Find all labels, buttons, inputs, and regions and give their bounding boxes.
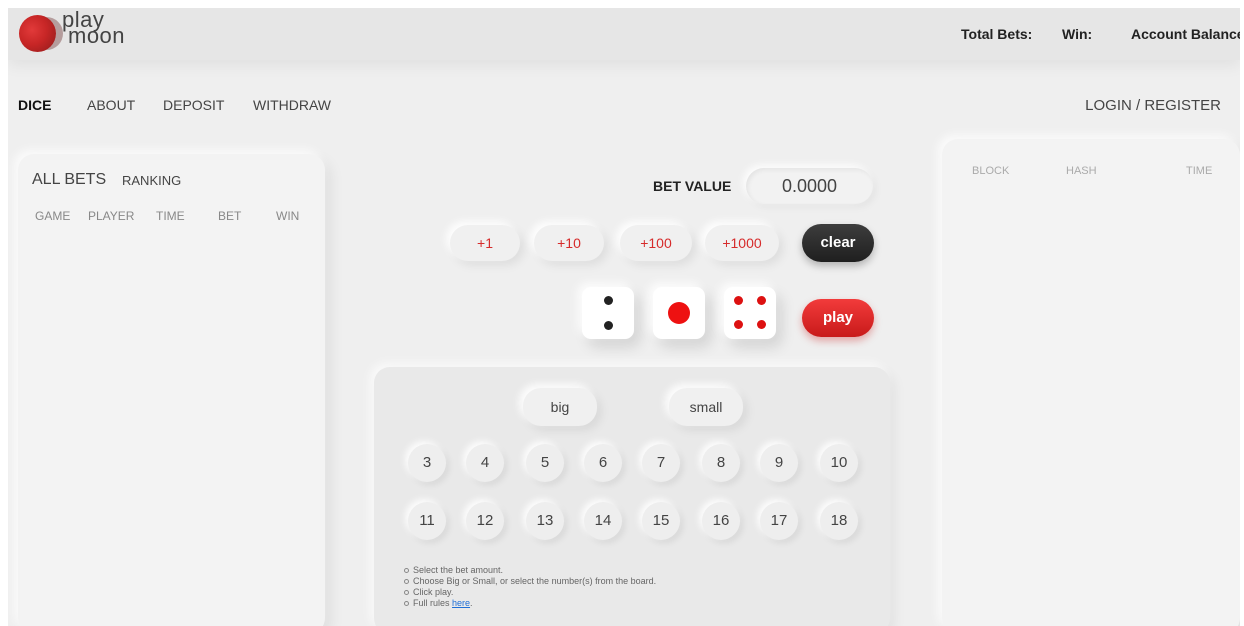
number-5-button[interactable]: 5 <box>526 444 564 482</box>
number-9-button[interactable]: 9 <box>760 444 798 482</box>
column-player: PLAYER <box>88 209 135 223</box>
die-3 <box>724 287 776 339</box>
full-rules-text: Full rules <box>413 598 453 608</box>
number-11-button[interactable]: 11 <box>408 502 446 540</box>
column-game: GAME <box>35 209 71 223</box>
app-root: play moon Total Bets: Win: Account Balan… <box>8 8 1240 626</box>
die-pip <box>757 320 766 329</box>
number-16-button[interactable]: 16 <box>702 502 740 540</box>
number-18-button[interactable]: 18 <box>820 502 858 540</box>
number-8-button[interactable]: 8 <box>702 444 740 482</box>
total-bets-label: Total Bets: <box>961 26 1033 42</box>
full-rules-link[interactable]: here <box>452 598 470 608</box>
rule-item: Full rules here. <box>404 598 656 609</box>
number-3-button[interactable]: 3 <box>408 444 446 482</box>
small-button[interactable]: small <box>669 388 743 426</box>
blocks-panel: BLOCK HASH TIME <box>942 139 1240 626</box>
nav-item-dice[interactable]: DICE <box>18 97 51 113</box>
number-7-button[interactable]: 7 <box>642 444 680 482</box>
rules-list: Select the bet amount. Choose Big or Sma… <box>404 565 656 609</box>
die-2 <box>653 287 705 339</box>
number-4-button[interactable]: 4 <box>466 444 504 482</box>
number-13-button[interactable]: 13 <box>526 502 564 540</box>
account-balance-label: Account Balance <box>1131 26 1240 42</box>
die-1 <box>582 287 634 339</box>
brand-line-2: moon <box>68 23 126 48</box>
ranking-tab[interactable]: RANKING <box>122 173 181 188</box>
full-rules-period: . <box>470 598 473 608</box>
column-time: TIME <box>1186 165 1213 177</box>
moon-logo-icon[interactable] <box>19 15 56 52</box>
nav-item-withdraw[interactable]: WITHDRAW <box>253 97 331 113</box>
column-hash: HASH <box>1066 165 1097 177</box>
rule-item: Click play. <box>404 587 656 598</box>
die-pip <box>604 321 613 330</box>
bet-value-input[interactable] <box>746 168 873 204</box>
number-6-button[interactable]: 6 <box>584 444 622 482</box>
die-pip <box>734 296 743 305</box>
rule-item: Select the bet amount. <box>404 565 656 576</box>
win-label: Win: <box>1062 26 1093 42</box>
die-pip <box>734 320 743 329</box>
increment-10-button[interactable]: +10 <box>534 225 604 261</box>
all-bets-panel: ALL BETS RANKING GAME PLAYER TIME BET WI… <box>18 154 325 626</box>
bet-value-label: BET VALUE <box>653 178 732 194</box>
increment-1-button[interactable]: +1 <box>450 225 520 261</box>
nav-item-about[interactable]: ABOUT <box>87 97 135 113</box>
number-14-button[interactable]: 14 <box>584 502 622 540</box>
play-button[interactable]: play <box>802 299 874 337</box>
brand-logo-text[interactable]: play moon <box>62 9 126 48</box>
column-bet: BET <box>218 209 242 223</box>
number-17-button[interactable]: 17 <box>760 502 798 540</box>
all-bets-tab[interactable]: ALL BETS <box>32 171 106 189</box>
die-pip <box>604 296 613 305</box>
clear-button[interactable]: clear <box>802 224 874 262</box>
column-block: BLOCK <box>972 165 1010 177</box>
top-header: play moon Total Bets: Win: Account Balan… <box>8 8 1240 60</box>
number-15-button[interactable]: 15 <box>642 502 680 540</box>
column-time: TIME <box>156 209 185 223</box>
rule-item: Choose Big or Small, or select the numbe… <box>404 576 656 587</box>
increment-100-button[interactable]: +100 <box>620 225 692 261</box>
number-10-button[interactable]: 10 <box>820 444 858 482</box>
nav-item-deposit[interactable]: DEPOSIT <box>163 97 224 113</box>
big-button[interactable]: big <box>523 388 597 426</box>
number-12-button[interactable]: 12 <box>466 502 504 540</box>
die-pip <box>757 296 766 305</box>
column-win: WIN <box>276 209 300 223</box>
die-pip <box>668 302 690 324</box>
increment-1000-button[interactable]: +1000 <box>705 225 779 261</box>
login-register-link[interactable]: LOGIN / REGISTER <box>1085 97 1221 114</box>
